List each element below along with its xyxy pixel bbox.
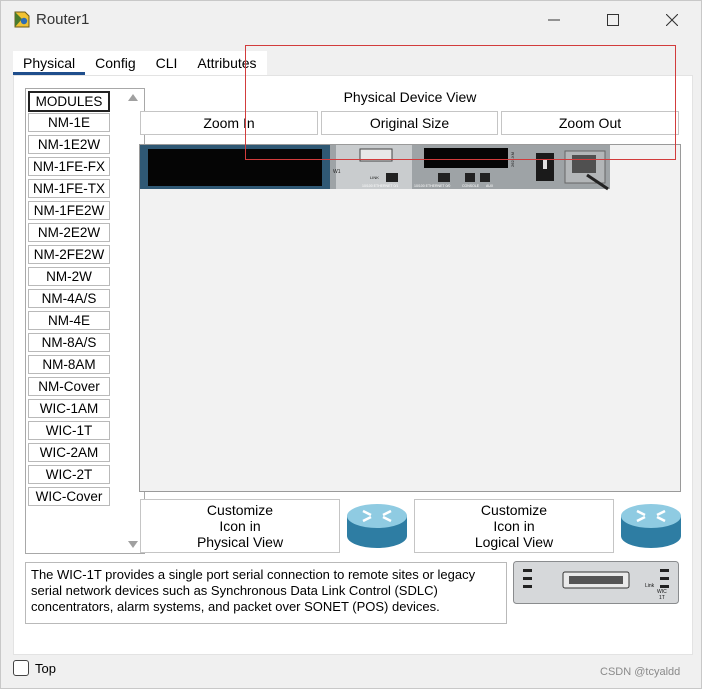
module-item-nm-1fe2w[interactable]: NM-1FE2W bbox=[28, 201, 110, 220]
module-item-wic-2t[interactable]: WIC-2T bbox=[28, 465, 110, 484]
customize-physical-icon-button[interactable]: Customize Icon in Physical View bbox=[140, 499, 340, 553]
customize-physical-line-2: Icon in bbox=[219, 518, 261, 534]
physical-device-view-title: Physical Device View bbox=[343, 89, 477, 105]
title-bar[interactable]: Router1 bbox=[1, 1, 701, 39]
console-port-icon bbox=[465, 173, 475, 182]
wic-1t-module-image: Link WIC 1T bbox=[513, 561, 679, 604]
wic-slot-cover bbox=[424, 148, 508, 168]
tab-config[interactable]: Config bbox=[85, 51, 145, 75]
module-description: The WIC-1T provides a single port serial… bbox=[25, 562, 507, 624]
module-item-nm-1e[interactable]: NM-1E bbox=[28, 113, 110, 132]
module-item-nm-2e2w[interactable]: NM-2E2W bbox=[28, 223, 110, 242]
physical-device-viewport[interactable]: W1 LINK 10/100 ETHERNET 0/1 10/100 ETHER… bbox=[139, 144, 681, 492]
customize-logical-line-1: Customize bbox=[480, 502, 548, 518]
minimize-icon bbox=[548, 19, 560, 21]
customize-logical-line-3: Logical View bbox=[474, 534, 554, 550]
zoom-out-button[interactable]: Zoom Out bbox=[501, 111, 679, 135]
serial-port-icon bbox=[359, 148, 393, 162]
minimize-button[interactable] bbox=[532, 5, 576, 35]
maximize-icon bbox=[607, 14, 619, 26]
router-physical-icon bbox=[347, 504, 407, 548]
module-type-label: 1T bbox=[659, 595, 665, 601]
tab-bar: Physical Config CLI Attributes bbox=[13, 51, 267, 75]
module-link-label: Link bbox=[645, 583, 655, 589]
module-item-wic-cover[interactable]: WIC-Cover bbox=[28, 487, 110, 506]
packet-tracer-app-icon bbox=[14, 11, 30, 28]
tab-cli[interactable]: CLI bbox=[146, 51, 188, 75]
console-label: CONSOLE bbox=[462, 184, 480, 188]
network-module-slot-cover bbox=[148, 149, 322, 186]
zoom-in-button[interactable]: Zoom In bbox=[140, 111, 318, 135]
original-size-button[interactable]: Original Size bbox=[321, 111, 498, 135]
top-checkbox-label: Top bbox=[35, 661, 56, 676]
module-item-wic-2am[interactable]: WIC-2AM bbox=[28, 443, 110, 462]
ethernet-port-0-1-icon bbox=[386, 173, 398, 182]
customize-physical-line-3: Physical View bbox=[196, 534, 284, 550]
ethernet-port-0-0-icon bbox=[438, 173, 450, 182]
window-title: Router1 bbox=[36, 11, 90, 28]
module-item-nm-1fe-tx[interactable]: NM-1FE-TX bbox=[28, 179, 110, 198]
watermark: CSDN @tcyaldd bbox=[600, 666, 681, 678]
module-item-nm-cover[interactable]: NM-Cover bbox=[28, 377, 110, 396]
module-item-nm-4e[interactable]: NM-4E bbox=[28, 311, 110, 330]
router-window: Router1 Physical Config CLI Attributes M… bbox=[0, 0, 702, 689]
customize-logical-line-2: Icon in bbox=[493, 518, 535, 534]
close-icon bbox=[666, 14, 678, 26]
aux-label: AUX bbox=[486, 184, 494, 188]
power-inlet-socket bbox=[572, 155, 596, 173]
tab-physical[interactable]: Physical bbox=[13, 51, 86, 75]
module-item-wic-1am[interactable]: WIC-1AM bbox=[28, 399, 110, 418]
tab-attributes[interactable]: Attributes bbox=[187, 51, 266, 75]
scroll-down-arrow-icon[interactable] bbox=[128, 541, 138, 548]
customize-logical-icon-button[interactable]: Customize Icon in Logical View bbox=[414, 499, 614, 553]
ethernet-0-0-label: 10/100 ETHERNET 0/0 bbox=[414, 184, 450, 188]
top-checkbox[interactable] bbox=[13, 660, 29, 676]
scroll-up-arrow-icon[interactable] bbox=[128, 94, 138, 101]
module-item-nm-2w[interactable]: NM-2W bbox=[28, 267, 110, 286]
customize-physical-line-1: Customize bbox=[206, 502, 274, 518]
router-chassis-image[interactable]: W1 LINK 10/100 ETHERNET 0/1 10/100 ETHER… bbox=[140, 145, 680, 191]
module-item-nm-1fe-fx[interactable]: NM-1FE-FX bbox=[28, 157, 110, 176]
module-item-nm-8a-s[interactable]: NM-8A/S bbox=[28, 333, 110, 352]
modules-list: MODULES NM-1E NM-1E2W NM-1FE-FX NM-1FE-T… bbox=[25, 88, 145, 554]
module-item-nm-4a-s[interactable]: NM-4A/S bbox=[28, 289, 110, 308]
module-item-modules[interactable]: MODULES bbox=[28, 91, 110, 112]
ethernet-0-1-label: 10/100 ETHERNET 0/1 bbox=[362, 184, 398, 188]
power-switch-lever bbox=[543, 159, 547, 169]
module-item-nm-8am[interactable]: NM-8AM bbox=[28, 355, 110, 374]
aux-port-icon bbox=[480, 173, 490, 182]
router-logical-icon bbox=[621, 504, 681, 548]
module-item-nm-1e2w[interactable]: NM-1E2W bbox=[28, 135, 110, 154]
close-button[interactable] bbox=[650, 5, 694, 35]
module-item-wic-1t[interactable]: WIC-1T bbox=[28, 421, 110, 440]
maximize-button[interactable] bbox=[591, 5, 635, 35]
physical-tab-panel: MODULES NM-1E NM-1E2W NM-1FE-FX NM-1FE-T… bbox=[13, 75, 693, 655]
link-label: LINK bbox=[370, 175, 379, 180]
w1-label: W1 bbox=[333, 169, 341, 175]
modules-list-items: MODULES NM-1E NM-1E2W NM-1FE-FX NM-1FE-T… bbox=[28, 91, 122, 509]
model-label: 2621XM bbox=[510, 152, 515, 167]
module-item-nm-2fe2w[interactable]: NM-2FE2W bbox=[28, 245, 110, 264]
